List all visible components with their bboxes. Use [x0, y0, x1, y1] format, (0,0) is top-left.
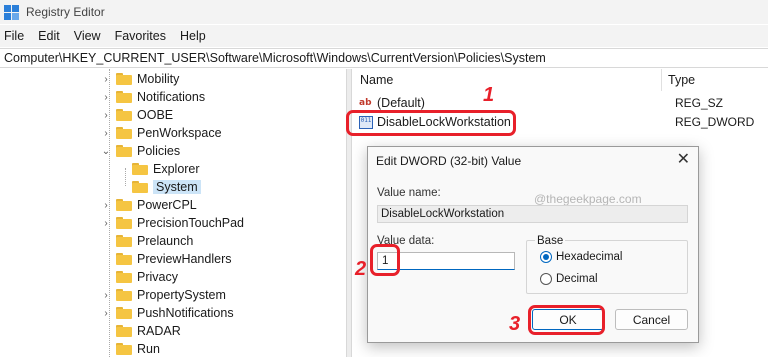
menu-file[interactable]: File: [4, 29, 24, 43]
address-bar[interactable]: Computer\HKEY_CURRENT_USER\Software\Micr…: [0, 48, 768, 68]
tree-item-pushnotifications[interactable]: › PushNotifications: [100, 304, 234, 322]
folder-icon: [116, 253, 132, 265]
folder-icon: [116, 235, 132, 247]
tree-item-powercpl[interactable]: › PowerCPL: [100, 196, 197, 214]
chevron-right-icon[interactable]: ›: [100, 290, 112, 301]
watermark: @thegeekpage.com: [534, 192, 642, 206]
base-label: Base: [535, 235, 566, 247]
tree-item-label: OOBE: [137, 108, 174, 122]
chevron-right-icon[interactable]: ›: [100, 110, 112, 121]
step-number: 1: [483, 84, 495, 106]
tree-item-radar[interactable]: RADAR: [100, 322, 181, 340]
value-name: (Default): [377, 96, 425, 110]
radio-checked-icon[interactable]: [540, 251, 552, 263]
hexadecimal-label: Hexadecimal: [556, 251, 623, 263]
highlight-box: [528, 305, 605, 335]
menu-edit[interactable]: Edit: [38, 29, 60, 43]
string-value-icon: ab: [359, 98, 372, 108]
tree-item-system[interactable]: System: [116, 178, 201, 196]
tree-item-label: Mobility: [137, 72, 180, 86]
tree-item-label: Privacy: [137, 270, 178, 284]
folder-icon: [116, 325, 132, 337]
folder-icon: [116, 289, 132, 301]
tree-item-label: PenWorkspace: [137, 126, 222, 140]
tree-item-prelaunch[interactable]: Prelaunch: [100, 232, 193, 250]
chevron-down-icon[interactable]: ⌄: [100, 146, 112, 157]
decimal-label: Decimal: [556, 273, 598, 285]
tree-item-label: Prelaunch: [137, 234, 194, 248]
highlight-box: [346, 110, 516, 136]
decimal-option[interactable]: Decimal: [540, 273, 598, 285]
folder-icon: [116, 307, 132, 319]
tree-item-label: PowerCPL: [137, 198, 197, 212]
folder-icon: [116, 91, 132, 103]
registry-editor-icon: [4, 5, 19, 20]
chevron-right-icon[interactable]: ›: [100, 74, 112, 85]
column-header-name[interactable]: Name: [360, 73, 393, 87]
tree-item-label: PushNotifications: [137, 306, 234, 320]
menu-help[interactable]: Help: [180, 29, 206, 43]
tree-item-label: Run: [137, 342, 160, 356]
menu-bar: File Edit View Favorites Help: [0, 25, 768, 47]
value-name-field: DisableLockWorkstation: [377, 205, 688, 223]
menu-favorites[interactable]: Favorites: [115, 29, 166, 43]
radio-unchecked-icon[interactable]: [540, 273, 552, 285]
menu-view[interactable]: View: [74, 29, 101, 43]
folder-icon: [116, 217, 132, 229]
window-title: Registry Editor: [26, 5, 105, 19]
tree-item-privacy[interactable]: Privacy: [100, 268, 178, 286]
folder-icon: [132, 163, 148, 175]
highlight-box: [370, 244, 400, 276]
folder-icon: [116, 127, 132, 139]
tree-item-label: Explorer: [153, 162, 200, 176]
chevron-right-icon[interactable]: ›: [100, 308, 112, 319]
tree-item-label: System: [153, 180, 201, 194]
tree-item-precisiontouchpad[interactable]: › PrecisionTouchPad: [100, 214, 244, 232]
tree-item-penworkspace[interactable]: › PenWorkspace: [100, 124, 222, 142]
column-divider[interactable]: [661, 69, 662, 91]
folder-icon: [116, 199, 132, 211]
value-name-label: Value name:: [377, 187, 441, 199]
base-group: [526, 240, 688, 294]
folder-icon: [116, 145, 132, 157]
tree-item-previewhandlers[interactable]: PreviewHandlers: [100, 250, 231, 268]
tree-item-oobe[interactable]: › OOBE: [100, 106, 173, 124]
title-bar: Registry Editor: [0, 0, 768, 24]
tree-item-notifications[interactable]: › Notifications: [100, 88, 205, 106]
folder-icon: [116, 271, 132, 283]
close-icon[interactable]: ✕: [677, 149, 690, 168]
tree-item-explorer[interactable]: Explorer: [116, 160, 200, 178]
tree-item-propertysystem[interactable]: › PropertySystem: [100, 286, 226, 304]
folder-icon: [116, 73, 132, 85]
folder-icon: [116, 109, 132, 121]
chevron-right-icon[interactable]: ›: [100, 200, 112, 211]
address-path: Computer\HKEY_CURRENT_USER\Software\Micr…: [4, 51, 546, 65]
tree-item-label: PreviewHandlers: [137, 252, 232, 266]
value-type: REG_SZ: [675, 96, 724, 110]
step-number: 2: [355, 258, 367, 280]
folder-icon: [132, 181, 148, 193]
column-header-type[interactable]: Type: [668, 73, 695, 87]
folder-icon: [116, 343, 132, 355]
tree-item-label: Notifications: [137, 90, 206, 104]
chevron-right-icon[interactable]: ›: [100, 128, 112, 139]
registry-tree[interactable]: › Mobility › Notifications › OOBE › PenW…: [0, 69, 346, 357]
tree-item-mobility[interactable]: › Mobility: [100, 70, 179, 88]
tree-item-label: PrecisionTouchPad: [137, 216, 245, 230]
tree-item-label: RADAR: [137, 324, 181, 338]
tree-item-label: Policies: [137, 144, 181, 158]
hexadecimal-option[interactable]: Hexadecimal: [540, 251, 622, 263]
tree-item-label: PropertySystem: [137, 288, 226, 302]
value-type: REG_DWORD: [675, 115, 755, 129]
dialog-title: Edit DWORD (32-bit) Value: [376, 154, 522, 168]
chevron-right-icon[interactable]: ›: [100, 218, 112, 229]
step-number: 3: [509, 313, 521, 335]
chevron-right-icon[interactable]: ›: [100, 92, 112, 103]
tree-item-run[interactable]: Run: [100, 340, 160, 357]
cancel-button[interactable]: Cancel: [615, 309, 688, 330]
tree-item-policies[interactable]: ⌄ Policies: [100, 142, 180, 160]
